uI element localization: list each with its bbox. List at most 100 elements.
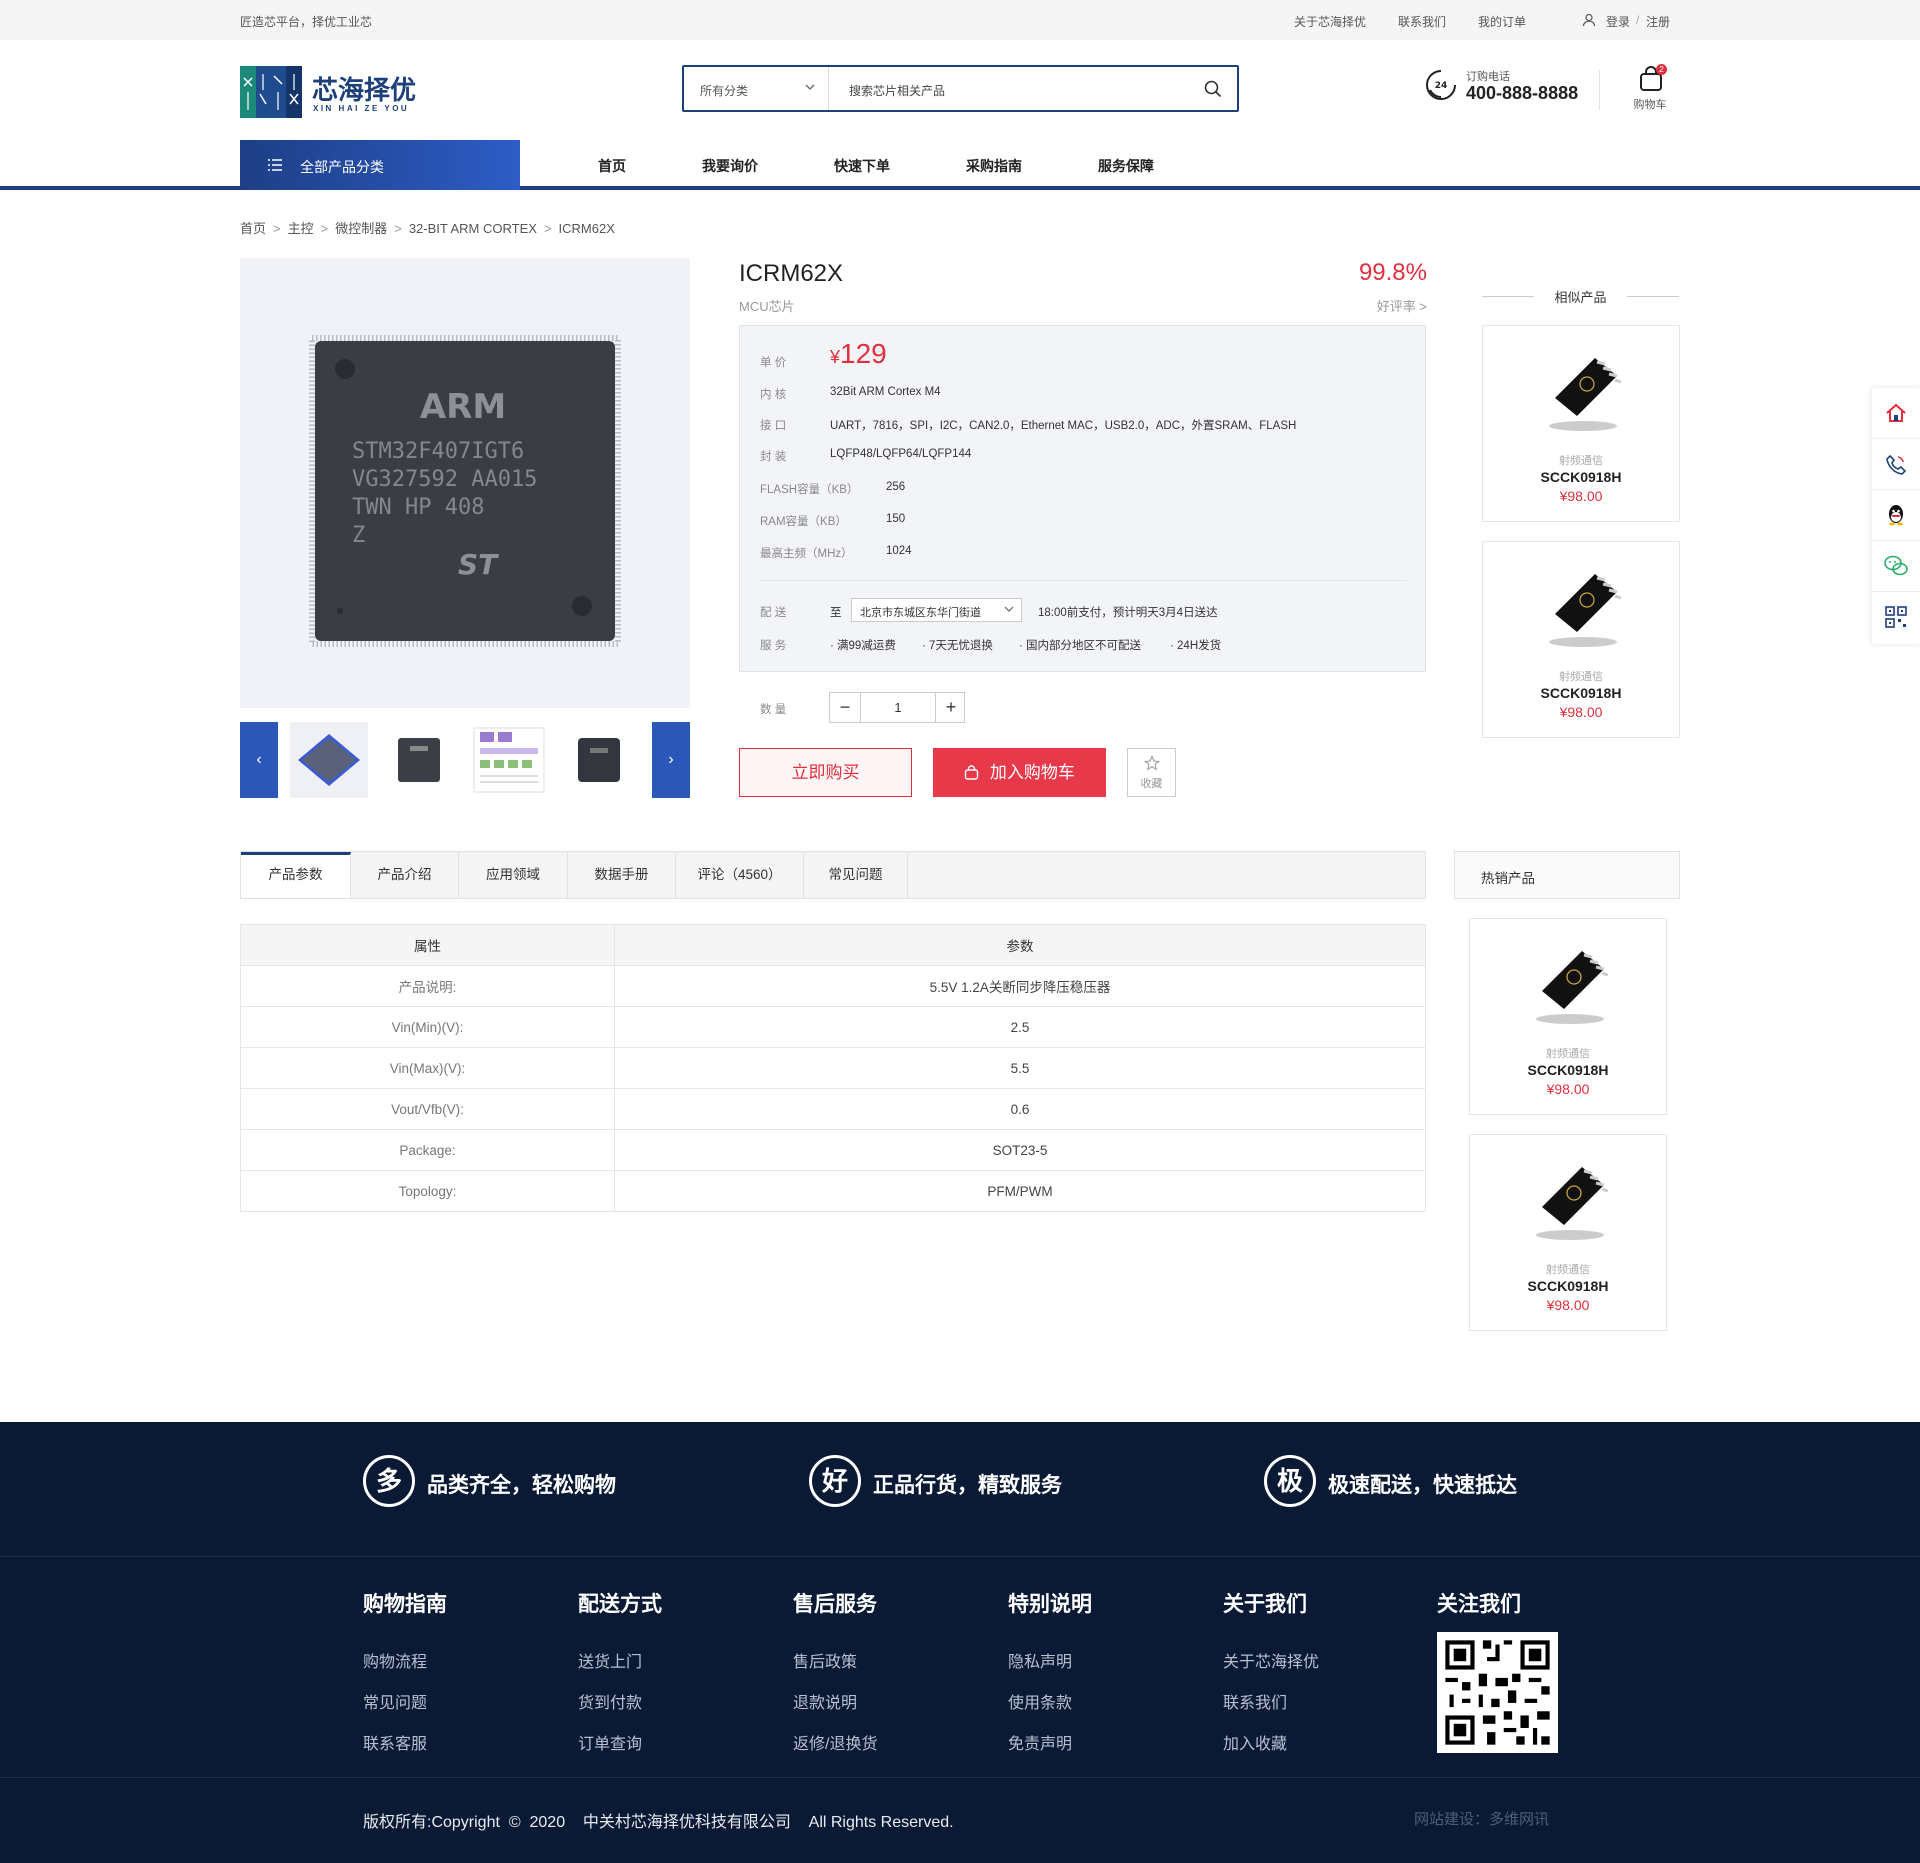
table-cell-value: 5.5V 1.2A关断同步降压稳压器 [614, 965, 1426, 1007]
table-row: Vin(Min)(V): 2.5 [240, 1006, 1426, 1048]
chip-line2-text: VG327592 AA015 [352, 467, 537, 492]
footer-link[interactable]: 常见问题 [363, 1689, 447, 1713]
tab-parameters[interactable]: 产品参数 [241, 852, 351, 898]
site-logo[interactable]: 芯海择优 XIN HAI ZE YOU [240, 64, 416, 120]
add-to-cart-button[interactable]: 加入购物车 [933, 748, 1106, 797]
user-icon [1582, 13, 1596, 30]
breadcrumb-mcu[interactable]: 微控制器 [335, 221, 387, 236]
quantity-stepper: − 1 + [829, 692, 965, 723]
hot-product-card[interactable]: 射频通信 SCCK0918H ¥98.00 [1469, 918, 1667, 1115]
footer-link[interactable]: 货到付款 [578, 1689, 662, 1713]
footer-link[interactable]: 订单查询 [578, 1730, 662, 1754]
spec-value: 150 [886, 513, 906, 525]
footer-link[interactable]: 联系客服 [363, 1730, 447, 1754]
quantity-label: 数 量 [760, 704, 787, 716]
tab-reviews[interactable]: 评论（4560） [676, 852, 804, 898]
search-category-label: 所有分类 [700, 84, 749, 98]
footer-link[interactable]: 关于芯海择优 [1223, 1648, 1319, 1672]
product-info-box: 单 价 ¥129 内 核 32Bit ARM Cortex M4 接 口 UAR… [739, 325, 1426, 672]
link-contact[interactable]: 联系我们 [1398, 13, 1446, 30]
thumbnail-1[interactable] [290, 722, 368, 798]
footer-link[interactable]: 免责声明 [1008, 1730, 1092, 1754]
table-cell-value: 2.5 [614, 1006, 1426, 1048]
buy-now-button[interactable]: 立即购买 [739, 748, 912, 797]
thumb-prev-button[interactable]: ‹ [240, 722, 278, 798]
link-about[interactable]: 关于芯海择优 [1294, 13, 1366, 30]
product-name: SCCK0918H [1540, 469, 1622, 485]
menu-list-icon [268, 158, 282, 175]
table-header: 参数 [614, 924, 1426, 966]
site-credit[interactable]: 网站建设：多维网讯 [1414, 1808, 1549, 1829]
all-categories-button[interactable]: 全部产品分类 [240, 140, 520, 190]
product-price: ¥98.00 [1546, 1297, 1590, 1313]
quantity-plus-button[interactable]: + [936, 693, 966, 722]
delivery-address-select[interactable]: 北京市东城区东华门街道 [851, 598, 1022, 622]
footer-column-guide: 购物指南 购物流程 常见问题 联系客服 [363, 1588, 447, 1771]
nav-inquiry[interactable]: 我要询价 [702, 156, 758, 176]
chip-image: ARM STM32F407IGT6 VG327592 AA015 TWN HP … [309, 335, 621, 647]
thumb-next-button[interactable]: › [652, 722, 690, 798]
tab-introduction[interactable]: 产品介绍 [351, 852, 459, 898]
footer-link[interactable]: 加入收藏 [1223, 1730, 1319, 1754]
favorite-button[interactable]: 收藏 [1127, 748, 1176, 797]
footer-column-title: 关于我们 [1223, 1593, 1307, 1616]
search-input[interactable]: 搜索芯片相关产品 [849, 82, 945, 99]
product-title: ICRM62X [739, 260, 844, 287]
breadcrumb-home[interactable]: 首页 [240, 221, 266, 236]
qq-icon[interactable] [1872, 490, 1920, 541]
quantity-minus-button[interactable]: − [830, 693, 860, 722]
nav-service[interactable]: 服务保障 [1098, 156, 1154, 176]
footer-link[interactable]: 返修/退换货 [793, 1730, 877, 1754]
link-my-orders[interactable]: 我的订单 [1478, 13, 1526, 30]
wechat-icon[interactable] [1872, 541, 1920, 592]
nav-home[interactable]: 首页 [598, 156, 626, 176]
home-icon[interactable] [1872, 388, 1920, 439]
table-row: Package: SOT23-5 [240, 1129, 1426, 1171]
qr-code-icon[interactable] [1872, 592, 1920, 643]
product-main-image: ARM STM32F407IGT6 VG327592 AA015 TWN HP … [240, 258, 690, 708]
footer-column-title: 购物指南 [363, 1593, 447, 1616]
hot-product-card[interactable]: 射频通信 SCCK0918H ¥98.00 [1469, 1134, 1667, 1331]
phone-icon[interactable] [1872, 439, 1920, 490]
table-cell-key: Vout/Vfb(V): [240, 1088, 615, 1130]
table-row: 产品说明: 5.5V 1.2A关断同步降压稳压器 [240, 965, 1426, 1007]
breadcrumb-main-control[interactable]: 主控 [288, 221, 314, 236]
spec-value: 256 [886, 481, 906, 493]
product-subtitle: MCU芯片 [739, 299, 795, 314]
spec-label: 最高主频（MHz） [760, 548, 853, 560]
nav-quick-order[interactable]: 快速下单 [834, 156, 890, 176]
table-cell-value: 5.5 [614, 1047, 1426, 1089]
breadcrumb-arm-cortex[interactable]: 32-BIT ARM CORTEX [409, 221, 537, 236]
thumbnail-3[interactable] [470, 722, 548, 798]
feature-text: 正品行货，精致服务 [873, 1474, 1062, 1497]
thumbnail-2[interactable] [380, 722, 458, 798]
search-category-select[interactable]: 所有分类 [684, 67, 829, 110]
tab-applications[interactable]: 应用领域 [459, 852, 568, 898]
rating-link[interactable]: 好评率 > [1377, 296, 1427, 315]
quantity-input[interactable]: 1 [860, 693, 936, 722]
shopping-bag-icon [964, 763, 990, 782]
footer-link[interactable]: 送货上门 [578, 1648, 662, 1672]
nav-purchase-guide[interactable]: 采购指南 [966, 156, 1022, 176]
footer-link[interactable]: 联系我们 [1223, 1689, 1319, 1713]
search-icon[interactable] [1204, 80, 1222, 101]
register-link[interactable]: 注册 [1646, 13, 1670, 30]
product-price: ¥98.00 [1559, 704, 1603, 720]
delivery-address: 北京市东城区东华门街道 [860, 607, 981, 619]
price-label: 单 价 [760, 357, 787, 369]
similar-product-card[interactable]: 射频通信 SCCK0918H ¥98.00 [1482, 541, 1680, 738]
site-slogan: 匠造芯平台，择优工业芯 [240, 15, 373, 29]
footer-link[interactable]: 隐私声明 [1008, 1648, 1092, 1672]
footer-link[interactable]: 购物流程 [363, 1648, 447, 1672]
footer-link[interactable]: 使用条款 [1008, 1689, 1092, 1713]
similar-product-card[interactable]: 射频通信 SCCK0918H ¥98.00 [1482, 325, 1680, 522]
login-link[interactable]: 登录 [1606, 13, 1630, 30]
table-cell-key: Vin(Max)(V): [240, 1047, 615, 1089]
thumbnail-4[interactable] [560, 722, 638, 798]
tab-datasheet[interactable]: 数据手册 [568, 852, 676, 898]
footer-link[interactable]: 退款说明 [793, 1689, 877, 1713]
table-cell-key: Package: [240, 1129, 615, 1171]
spec-label: 接 口 [760, 420, 787, 432]
tab-faq[interactable]: 常见问题 [804, 852, 908, 898]
footer-link[interactable]: 售后政策 [793, 1648, 877, 1672]
